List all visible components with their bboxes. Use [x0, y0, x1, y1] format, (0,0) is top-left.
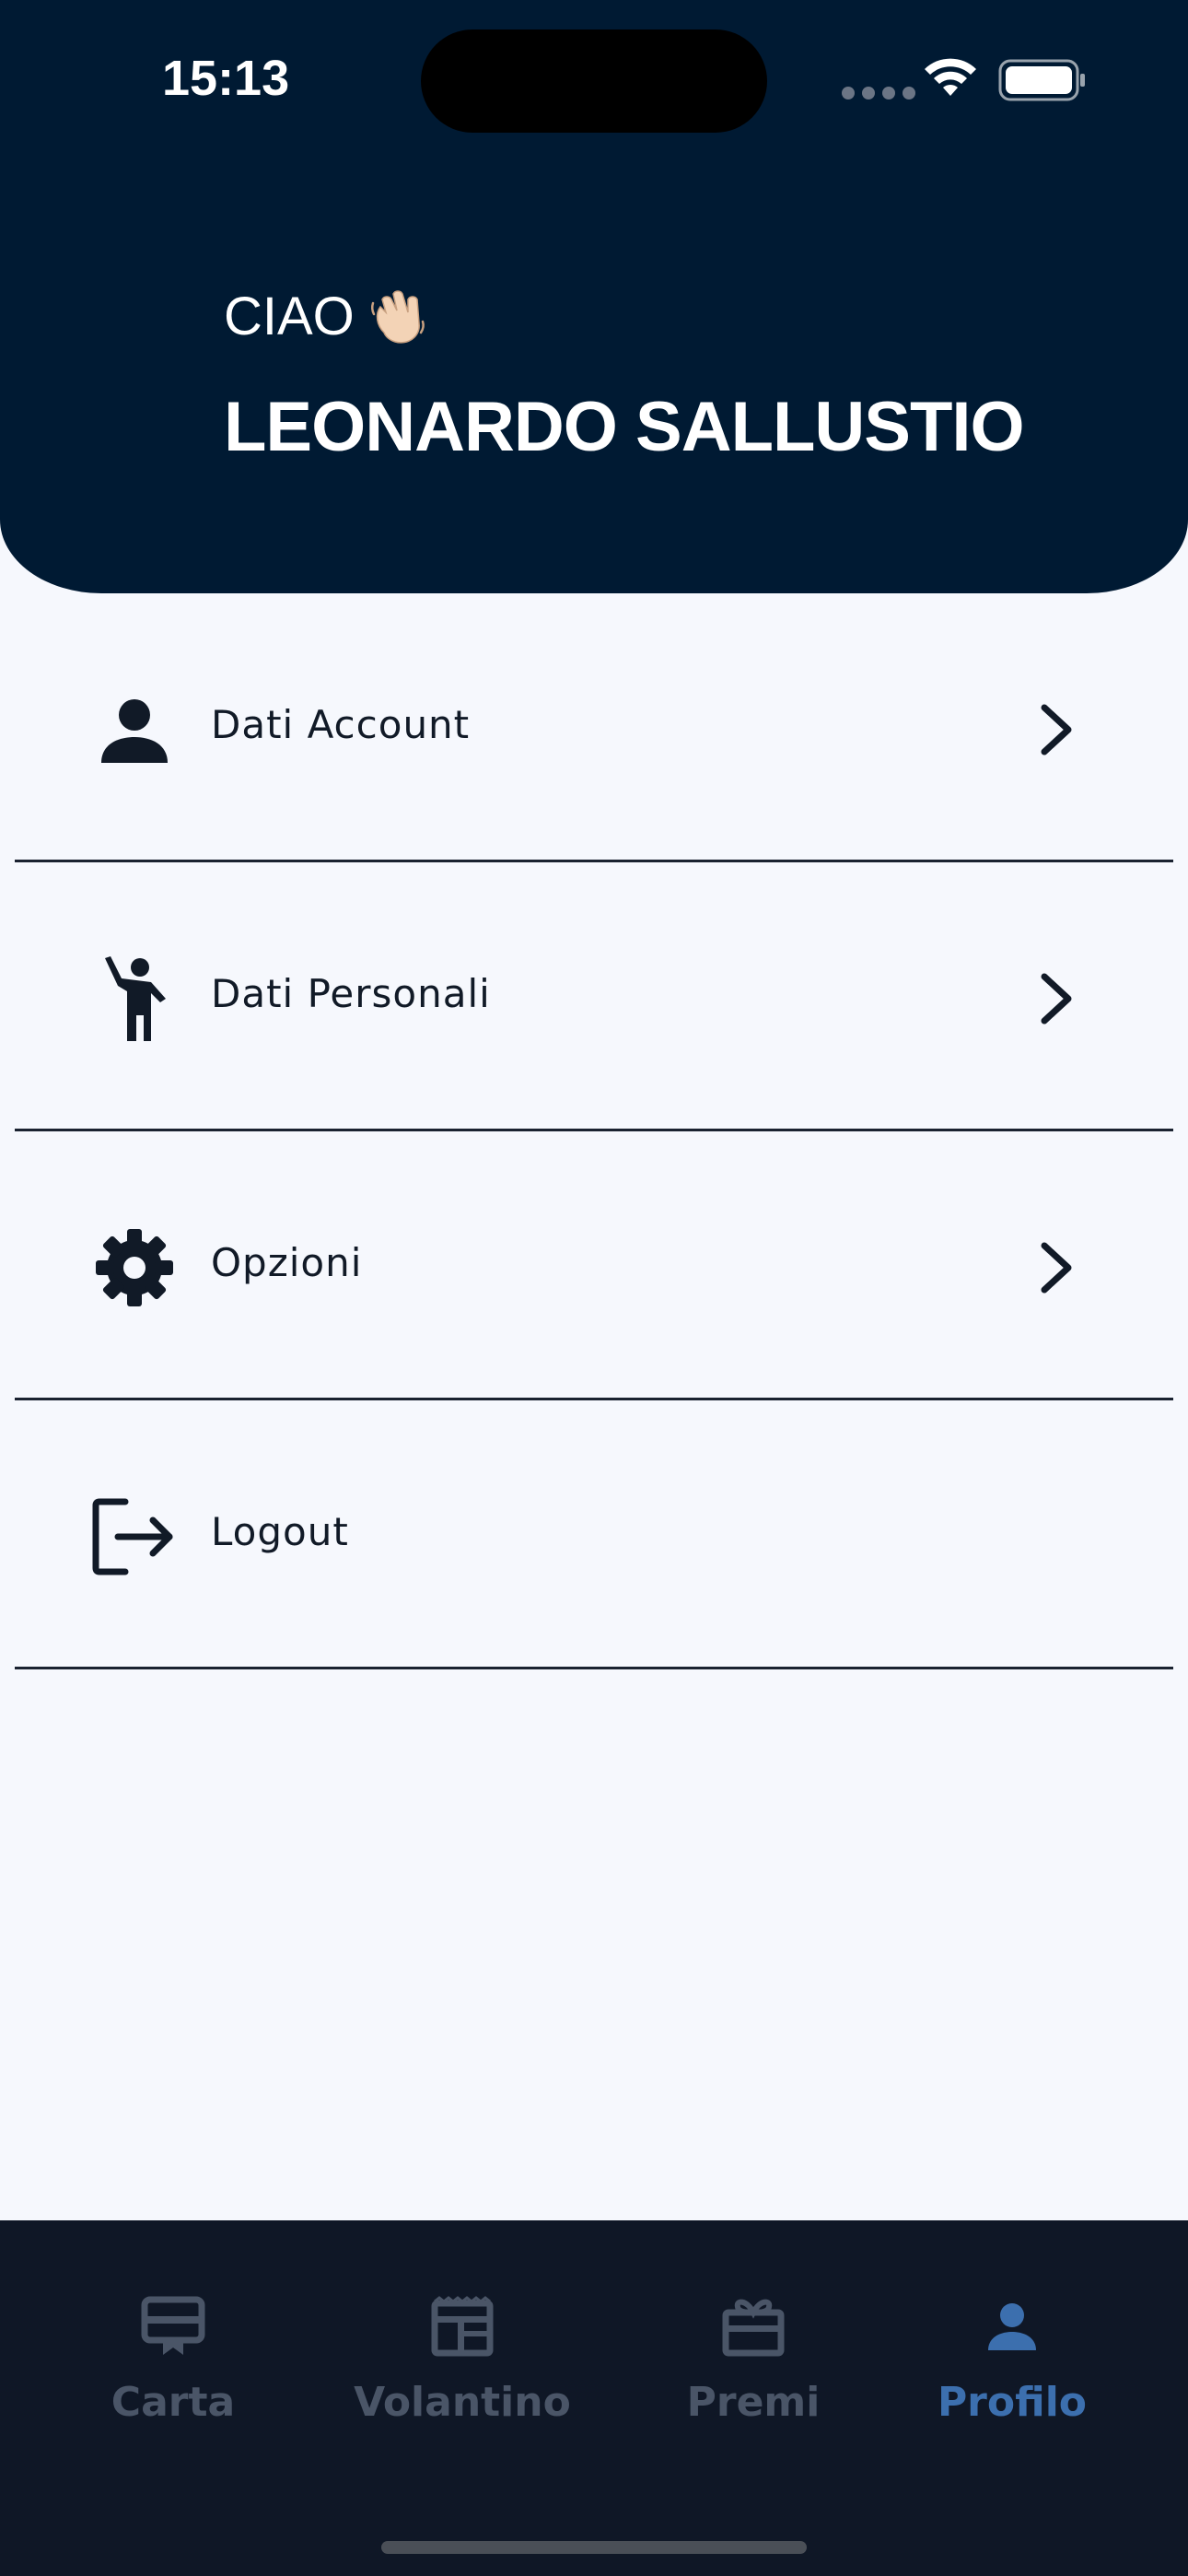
menu-item-label: Logout	[211, 1509, 349, 1554]
gear-icon	[90, 1224, 179, 1312]
tab-label: Profilo	[937, 2379, 1088, 2426]
signal-dots-icon	[842, 87, 915, 100]
tab-label: Premi	[686, 2379, 821, 2426]
tab-volantino[interactable]: Volantino	[352, 2285, 573, 2460]
wifi-icon	[921, 55, 980, 104]
dynamic-island	[421, 29, 767, 133]
logout-icon	[90, 1493, 179, 1581]
gift-icon	[643, 2285, 864, 2368]
tab-label: Carta	[111, 2379, 236, 2426]
tab-premi[interactable]: Premi	[643, 2285, 864, 2460]
person-waving-icon	[90, 954, 179, 1043]
tab-carta[interactable]: Carta	[63, 2285, 284, 2460]
tab-label: Volantino	[354, 2379, 571, 2426]
menu-item-label: Dati Account	[211, 702, 471, 747]
battery-icon	[998, 59, 1087, 106]
menu-item-label: Dati Personali	[211, 971, 491, 1016]
menu-item-opzioni[interactable]: Opzioni	[15, 1131, 1173, 1400]
profile-icon	[902, 2285, 1123, 2368]
chevron-right-icon	[1035, 1240, 1079, 1295]
menu-item-dati-personali[interactable]: Dati Personali	[15, 862, 1173, 1131]
chevron-right-icon	[1035, 702, 1079, 757]
menu-item-label: Opzioni	[211, 1240, 363, 1285]
person-icon	[90, 685, 179, 774]
greeting: CIAO	[224, 286, 428, 347]
profile-header: 15:13 CIAO LEONARDO SALLUSTIO	[0, 0, 1188, 593]
menu-item-logout[interactable]: Logout	[15, 1400, 1173, 1669]
greeting-text: CIAO	[224, 287, 355, 346]
bottom-tab-bar: Carta Volantino Premi Profilo	[0, 2220, 1188, 2576]
flyer-icon	[352, 2285, 573, 2368]
chevron-right-icon	[1035, 971, 1079, 1026]
tab-profilo[interactable]: Profilo	[902, 2285, 1123, 2460]
home-indicator[interactable]	[381, 2541, 807, 2554]
user-name: LEONARDO SALLUSTIO	[224, 388, 1025, 466]
card-icon	[63, 2285, 284, 2368]
waving-hand-icon	[367, 287, 428, 347]
menu-item-dati-account[interactable]: Dati Account	[15, 593, 1173, 862]
status-time: 15:13	[162, 51, 290, 106]
